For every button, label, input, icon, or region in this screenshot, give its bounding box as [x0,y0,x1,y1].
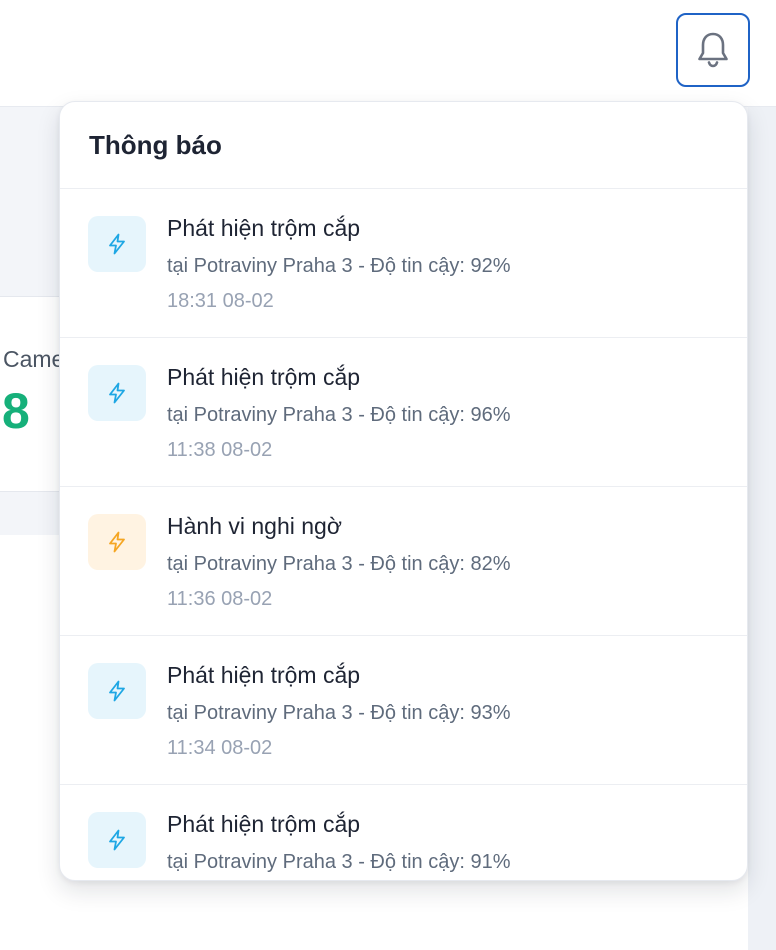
lightning-icon [109,531,125,553]
stat-label: Came [3,346,65,372]
notification-title: Hành vi nghi ngờ [167,513,342,539]
panel-header: Thông báo [60,102,747,189]
notification-title: Phát hiện trộm cắp [167,811,361,837]
notifications-button[interactable] [676,13,750,87]
lightning-icon [109,680,125,702]
notification-subtitle: tại Potraviny Praha 3 - Độ tin cậy: 93% [167,702,511,724]
notification-title: Phát hiện trộm cắp [167,662,361,688]
notification-title: Phát hiện trộm cắp [167,364,361,390]
notification-subtitle: tại Potraviny Praha 3 - Độ tin cậy: 82% [167,553,511,575]
lightning-icon [109,382,125,404]
notification-subtitle: tại Potraviny Praha 3 - Độ tin cậy: 92% [167,255,511,277]
notification-subtitle: tại Potraviny Praha 3 - Độ tin cậy: 96% [167,404,511,426]
notification-type-badge [88,812,146,868]
stat-value: 8 [2,383,30,439]
notification-item[interactable]: Phát hiện trộm cắp tại Potraviny Praha 3 … [60,189,747,338]
notification-subtitle: tại Potraviny Praha 3 - Độ tin cậy: 91% [167,851,511,873]
top-bar [0,0,776,107]
panel-title: Thông báo [89,129,222,160]
notifications-panel: Thông báo Phát hiện trộm cắp tại Potravin… [59,101,748,881]
notification-item[interactable]: Phát hiện trộm cắp tại Potraviny Praha 3 … [60,636,747,785]
bell-icon [698,32,728,68]
background-strip [748,107,776,950]
lightning-icon [109,829,125,851]
lightning-icon [109,233,125,255]
notification-list: Phát hiện trộm cắp tại Potraviny Praha 3 … [60,189,747,880]
notification-type-badge [88,663,146,719]
notification-type-badge [88,216,146,272]
notification-title: Phát hiện trộm cắp [167,215,361,241]
notification-item[interactable]: Phát hiện trộm cắp tại Potraviny Praha 3 … [60,338,747,487]
notification-type-badge [88,514,146,570]
notification-item[interactable]: Hành vi nghi ngờ tại Potraviny Praha 3 - … [60,487,747,636]
notification-time: 11:34 08-02 [167,737,273,759]
notification-type-badge [88,365,146,421]
notification-time: 11:38 08-02 [167,439,273,461]
notification-item[interactable]: Phát hiện trộm cắp tại Potraviny Praha 3 … [60,785,747,880]
notification-time: 18:31 08-02 [167,290,274,312]
notification-time: 11:36 08-02 [167,588,273,610]
